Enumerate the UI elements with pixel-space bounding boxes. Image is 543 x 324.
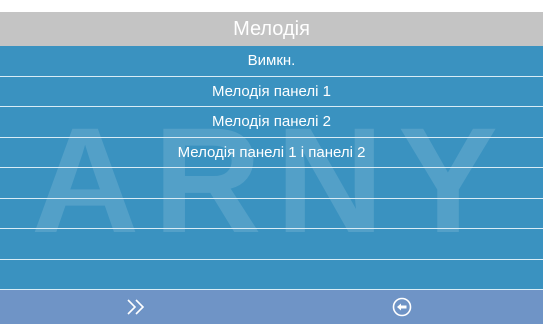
menu-item-panel-1-and-2[interactable]: Мелодія панелі 1 і панелі 2 <box>0 138 543 168</box>
next-button[interactable] <box>116 290 156 324</box>
menu-item-panel-2[interactable]: Мелодія панелі 2 <box>0 107 543 138</box>
menu-item-empty <box>0 229 543 260</box>
footer-bar <box>0 290 543 324</box>
back-button[interactable] <box>382 290 422 324</box>
double-chevron-right-icon <box>127 299 145 315</box>
menu-item-panel-1[interactable]: Мелодія панелі 1 <box>0 77 543 107</box>
screen-title: Мелодія <box>0 12 543 46</box>
menu-item-empty <box>0 260 543 290</box>
top-cropped-strip <box>0 0 543 12</box>
back-arrow-circle-icon <box>392 297 412 317</box>
menu-item-empty <box>0 168 543 199</box>
melody-menu: ARNY Вимкн. Мелодія панелі 1 Мелодія пан… <box>0 46 543 290</box>
menu-item-empty <box>0 199 543 229</box>
menu-item-off[interactable]: Вимкн. <box>0 46 543 77</box>
